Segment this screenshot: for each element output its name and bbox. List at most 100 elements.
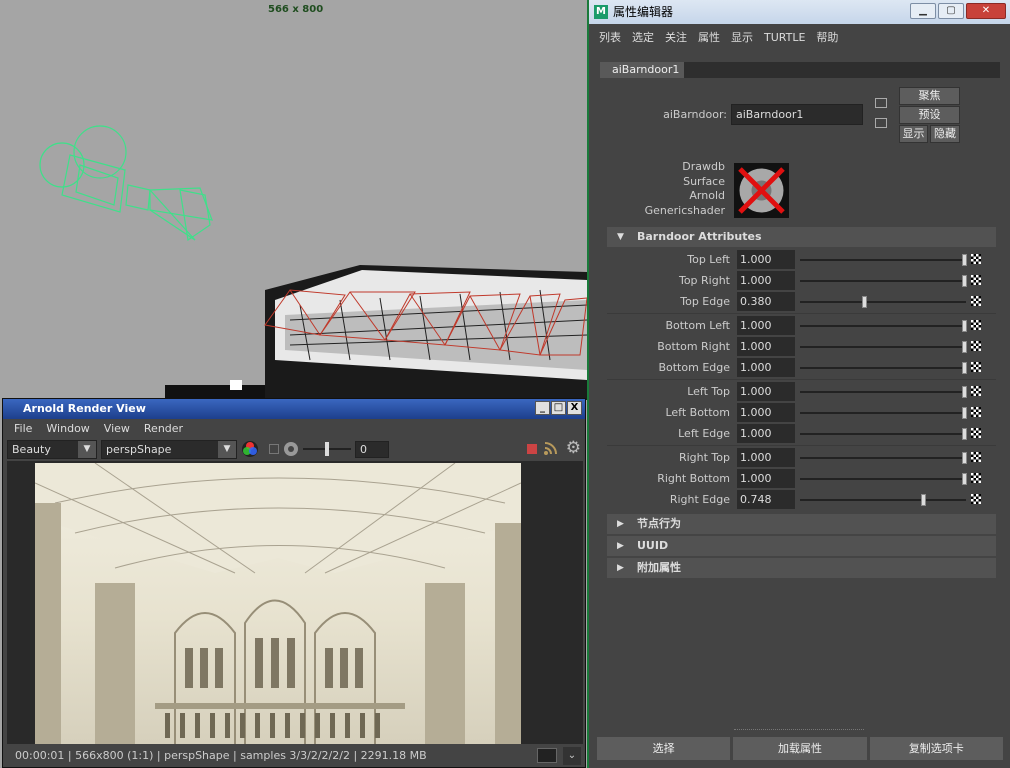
attr-value-field[interactable]: 1.000 [737,271,795,290]
attr-value-field[interactable]: 0.380 [737,292,795,311]
map-texture-icon[interactable] [971,452,981,462]
attr-slider-track[interactable] [800,346,966,348]
scene-canvas[interactable] [0,0,587,400]
ipr-icon[interactable] [543,440,559,456]
render-view-titlebar[interactable]: Arnold Render View _ □ X [3,399,585,419]
region-toggle-icon[interactable] [269,444,279,454]
attr-slider-thumb[interactable] [962,341,967,353]
color-channels-icon[interactable] [241,440,259,458]
attr-slider-track[interactable] [800,325,966,327]
focus-button[interactable]: 聚焦 [899,87,960,105]
attr-slider-track[interactable] [800,457,966,459]
attr-slider-track[interactable] [800,412,966,414]
hide-button[interactable]: 隐藏 [930,125,960,143]
menu-help[interactable]: 帮助 [816,29,838,45]
attr-slider-thumb[interactable] [962,254,967,266]
swatch-missing-icon[interactable] [734,163,789,218]
exposure-value-field[interactable]: 0 [355,440,389,458]
attr-slider-thumb[interactable] [962,386,967,398]
input-connections-icon[interactable] [875,98,887,108]
attr-value-field[interactable]: 1.000 [737,469,795,488]
section-node-behavior[interactable]: ▶ 节点行为 [607,514,996,534]
map-texture-icon[interactable] [971,428,981,438]
attr-slider-thumb[interactable] [921,494,927,506]
section-extra-attributes[interactable]: ▶ 附加属性 [607,558,996,578]
attr-slider-thumb[interactable] [962,362,967,374]
minimize-button[interactable]: ▁ [910,3,936,19]
minimize-button[interactable]: _ [535,401,550,415]
menu-selected[interactable]: 选定 [632,29,654,45]
attr-slider-thumb[interactable] [962,428,967,440]
attr-slider-thumb[interactable] [962,452,967,464]
map-texture-icon[interactable] [971,362,981,372]
show-button[interactable]: 显示 [899,125,928,143]
menu-view[interactable]: View [97,419,137,438]
attr-value-field[interactable]: 1.000 [737,382,795,401]
attribute-editor-titlebar[interactable]: M 属性编辑器 ▁ ▢ ✕ [589,0,1010,24]
attr-slider-thumb[interactable] [962,407,967,419]
attr-slider-thumb[interactable] [962,473,967,485]
presets-button[interactable]: 预设 [899,106,960,124]
map-texture-icon[interactable] [971,275,981,285]
maximize-button[interactable]: □ [551,401,566,415]
map-texture-icon[interactable] [971,407,981,417]
render-image-area[interactable] [7,461,583,744]
menu-attributes[interactable]: 属性 [698,29,720,45]
menu-list[interactable]: 列表 [599,29,621,45]
camera-wireframe[interactable] [39,125,213,242]
attr-slider-thumb[interactable] [962,320,967,332]
stop-render-icon[interactable] [527,444,537,454]
menu-turtle[interactable]: TURTLE [764,31,805,44]
attr-slider-track[interactable] [800,391,966,393]
expand-chevron-icon[interactable]: ⌄ [563,747,581,765]
arnold-render-view-window[interactable]: Arnold Render View _ □ X File Window Vie… [2,398,586,768]
attr-slider-thumb[interactable] [962,275,967,287]
attr-value-field[interactable]: 1.000 [737,250,795,269]
attribute-editor-window[interactable]: M 属性编辑器 ▁ ▢ ✕ 列表 选定 关注 属性 显示 TURTLE 帮助 a… [587,0,1010,768]
attr-slider-track[interactable] [800,259,966,261]
map-texture-icon[interactable] [971,386,981,396]
attr-slider-track[interactable] [800,301,966,303]
exposure-slider[interactable] [303,441,351,457]
map-texture-icon[interactable] [971,320,981,330]
map-texture-icon[interactable] [971,473,981,483]
map-texture-icon[interactable] [971,494,981,504]
exposure-icon[interactable] [283,441,299,457]
map-texture-icon[interactable] [971,341,981,351]
attr-slider-track[interactable] [800,433,966,435]
attr-value-field[interactable]: 1.000 [737,448,795,467]
attr-slider-track[interactable] [800,367,966,369]
map-texture-icon[interactable] [971,254,981,264]
copy-tab-button[interactable]: 复制选项卡 [869,737,1003,760]
attr-value-field[interactable]: 0.748 [737,490,795,509]
camera-dropdown[interactable]: perspShape ▼ [101,439,237,459]
gear-icon[interactable]: ⚙ [566,439,581,458]
attr-slider-thumb[interactable] [861,296,867,308]
menu-focus[interactable]: 关注 [665,29,687,45]
aov-dropdown[interactable]: Beauty ▼ [7,439,97,459]
tab-aibarndoor1[interactable]: aiBarndoor1 [600,62,684,78]
attr-value-field[interactable]: 1.000 [737,316,795,335]
menu-window[interactable]: Window [39,419,96,438]
section-uuid[interactable]: ▶ UUID [607,536,996,556]
map-texture-icon[interactable] [971,296,981,306]
attr-slider-track[interactable] [800,499,966,501]
menu-render[interactable]: Render [137,419,190,438]
maximize-button[interactable]: ▢ [938,3,964,19]
attr-slider-track[interactable] [800,478,966,480]
building-model[interactable] [165,265,587,400]
attr-value-field[interactable]: 1.000 [737,424,795,443]
attr-value-field[interactable]: 1.000 [737,337,795,356]
select-button[interactable]: 选择 [597,737,731,760]
section-barndoor-attributes[interactable]: ▼ Barndoor Attributes [607,227,996,247]
snapshot-camera-icon[interactable] [537,748,557,763]
output-connections-icon[interactable] [875,118,887,128]
node-name-field[interactable]: aiBarndoor1 [731,104,863,125]
resize-handle[interactable] [734,729,864,730]
attr-value-field[interactable]: 1.000 [737,358,795,377]
load-attributes-button[interactable]: 加载属性 [733,737,867,760]
close-button[interactable]: ✕ [966,3,1006,19]
attr-slider-track[interactable] [800,280,966,282]
menu-show[interactable]: 显示 [731,29,753,45]
attr-value-field[interactable]: 1.000 [737,403,795,422]
